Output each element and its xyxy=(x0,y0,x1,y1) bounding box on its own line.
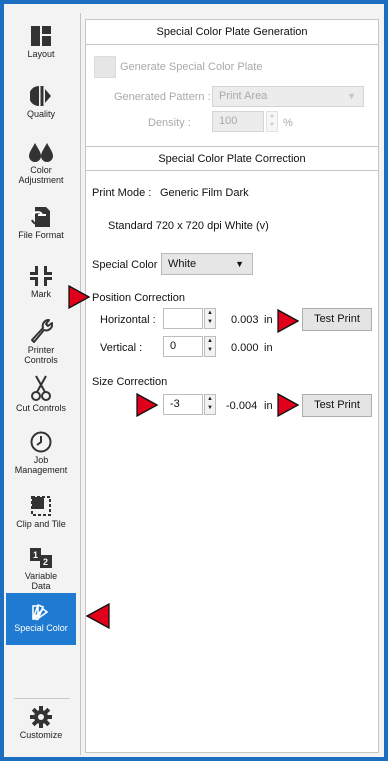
sidebar-item-clip-and-tile[interactable]: Clip and Tile xyxy=(6,495,76,541)
annotation-arrow-special-color xyxy=(86,603,110,629)
special-color-select[interactable]: White ▼ xyxy=(161,253,253,275)
pattern-label: Generated Pattern : xyxy=(114,91,211,103)
vertical-unit: in xyxy=(264,342,273,354)
chevron-down-icon: ▼ xyxy=(347,91,356,101)
sidebar-item-label: Clip and Tile xyxy=(16,519,66,529)
special-color-panel: Special Color Plate Generation Generate … xyxy=(85,19,379,753)
density-value: 100 xyxy=(219,115,238,127)
sidebar-item-label: Special Color xyxy=(14,623,68,633)
sidebar-item-special-color[interactable]: Special Color xyxy=(6,593,76,645)
sidebar-item-cut-controls[interactable]: Cut Controls xyxy=(6,375,76,427)
size-input[interactable]: -3 xyxy=(163,394,203,415)
stepper-up-icon: ▲ xyxy=(207,338,213,344)
position-correction-title: Position Correction xyxy=(92,292,185,304)
size-value: -3 xyxy=(170,398,180,410)
mark-icon xyxy=(30,266,52,286)
size-test-print-button[interactable]: Test Print xyxy=(302,394,372,417)
sidebar-item-label: Customize xyxy=(19,730,63,740)
sidebar-item-variable-data[interactable]: 1 2 Variable Data xyxy=(6,547,76,599)
correction-section-title: Special Color Plate Correction xyxy=(86,146,378,171)
size-unit: in xyxy=(264,400,273,412)
annotation-arrow-size-test xyxy=(277,393,299,417)
special-color-label: Special Color xyxy=(92,259,158,271)
sidebar-divider xyxy=(14,698,70,699)
file-format-icon xyxy=(31,207,50,227)
svg-text:2: 2 xyxy=(43,557,48,567)
horizontal-unit: in xyxy=(264,314,273,326)
generate-plate-label: Generate Special Color Plate xyxy=(120,61,263,73)
sidebar-item-label: Mark xyxy=(31,289,51,299)
horizontal-label: Horizontal : xyxy=(100,314,156,326)
density-stepper[interactable]: ▲ ▼ xyxy=(266,111,278,132)
sidebar-item-label: Printer Controls xyxy=(24,345,58,365)
stepper-down-icon: ▼ xyxy=(269,122,275,128)
size-stepper[interactable]: ▲ ▼ xyxy=(204,394,216,415)
special-color-value: White xyxy=(168,258,197,270)
sidebar-item-label: File Format xyxy=(18,230,64,240)
stepper-down-icon: ▼ xyxy=(207,347,213,353)
customize-button[interactable]: Customize xyxy=(6,706,76,750)
resolution-text: Standard 720 x 720 dpi White (v) xyxy=(108,220,269,232)
sidebar-item-job-management[interactable]: Job Management xyxy=(6,431,76,489)
scissors-icon xyxy=(31,375,51,401)
color-adjustment-icon xyxy=(29,143,53,162)
sidebar-item-label: Layout xyxy=(27,49,55,59)
sidebar-item-label: Job Management xyxy=(14,455,68,475)
density-unit: % xyxy=(283,117,293,129)
generation-section-title: Special Color Plate Generation xyxy=(86,20,378,45)
quality-icon xyxy=(30,86,51,106)
horizontal-stepper[interactable]: ▲ ▼ xyxy=(204,308,216,329)
pattern-select[interactable]: Print Area ▼ xyxy=(212,86,364,107)
vertical-stepper[interactable]: ▲ ▼ xyxy=(204,336,216,357)
clock-icon xyxy=(30,431,52,453)
print-mode-label: Print Mode : xyxy=(92,187,152,199)
annotation-arrow-position xyxy=(68,285,90,309)
sidebar: Layout Quality Color Adjustment File For… xyxy=(6,11,76,755)
vertical-label: Vertical : xyxy=(100,342,143,354)
sidebar-item-label: Variable Data xyxy=(24,571,58,591)
sidebar-item-label: Color Adjustment xyxy=(18,165,64,185)
vertical-input[interactable]: 0 xyxy=(163,336,203,357)
size-measure: -0.004 xyxy=(226,400,258,412)
stepper-up-icon: ▲ xyxy=(207,310,213,316)
density-input[interactable]: 100 xyxy=(212,111,264,132)
stepper-down-icon: ▼ xyxy=(207,319,213,325)
sidebar-item-label: Cut Controls xyxy=(15,403,67,413)
svg-text:1: 1 xyxy=(33,550,38,560)
gear-icon xyxy=(30,706,52,728)
chevron-down-icon: ▼ xyxy=(235,259,244,269)
horizontal-test-print-button[interactable]: Test Print xyxy=(302,308,372,331)
stepper-up-icon: ▲ xyxy=(269,113,275,119)
size-correction-title: Size Correction xyxy=(92,376,168,388)
sidebar-item-file-format[interactable]: File Format xyxy=(6,206,76,252)
horizontal-measure: 0.003 xyxy=(231,314,259,326)
pattern-value: Print Area xyxy=(219,90,268,102)
clip-tile-icon xyxy=(31,496,51,516)
density-label: Density : xyxy=(148,117,191,129)
sidebar-item-printer-controls[interactable]: Printer Controls xyxy=(6,317,76,371)
annotation-arrow-horizontal-test xyxy=(277,309,299,333)
vertical-value: 0 xyxy=(170,340,177,352)
sidebar-item-color-adjustment[interactable]: Color Adjustment xyxy=(6,141,76,199)
sidebar-item-quality[interactable]: Quality xyxy=(6,85,76,133)
sidebar-item-label: Quality xyxy=(26,109,55,119)
special-color-icon xyxy=(32,603,49,621)
sidebar-item-mark[interactable]: Mark xyxy=(6,265,76,311)
annotation-arrow-size-input xyxy=(136,393,158,417)
sidebar-divider-vertical xyxy=(80,13,81,755)
stepper-up-icon: ▲ xyxy=(207,396,213,402)
variable-data-icon: 1 2 xyxy=(30,548,52,568)
print-mode-value: Generic Film Dark xyxy=(160,187,249,199)
vertical-measure: 0.000 xyxy=(231,342,259,354)
layout-icon xyxy=(31,26,51,46)
sidebar-item-layout[interactable]: Layout xyxy=(6,25,76,75)
generate-plate-checkbox[interactable] xyxy=(94,56,116,78)
horizontal-input[interactable] xyxy=(163,308,203,329)
wrench-icon xyxy=(31,319,53,343)
stepper-down-icon: ▼ xyxy=(207,405,213,411)
